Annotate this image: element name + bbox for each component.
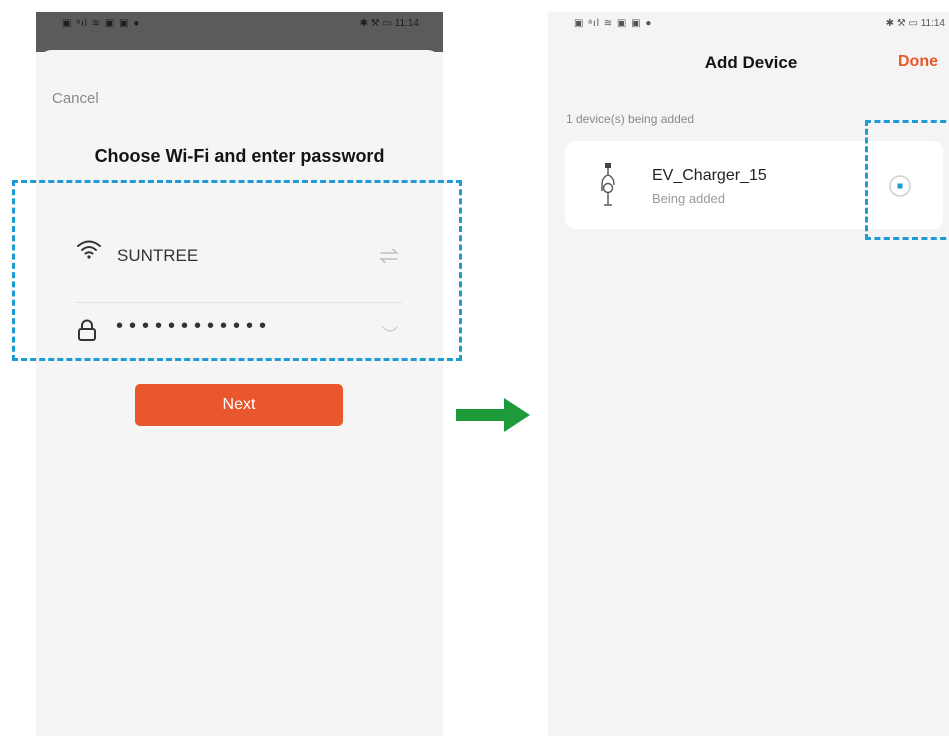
- loading-spinner-icon: [889, 175, 911, 197]
- add-device-screen: ▣ ᵃıl ≋ ▣ ▣ ● ✱ ⚒ ▭ 11:14 Add Device Don…: [548, 12, 949, 736]
- status-time: ✱ ⚒ ▭ 11:14: [885, 18, 945, 29]
- page-title: Choose Wi-Fi and enter password: [94, 146, 385, 166]
- page-title: Add Device: [704, 53, 798, 72]
- eye-closed-icon[interactable]: [382, 324, 398, 336]
- device-card[interactable]: [565, 141, 943, 229]
- arrow-right-icon: [456, 398, 530, 432]
- cancel-button[interactable]: Cancel: [52, 90, 99, 107]
- divider: [76, 358, 402, 359]
- lock-icon: [78, 319, 96, 341]
- divider: [76, 302, 402, 303]
- swap-icon[interactable]: [378, 248, 400, 264]
- status-time: ✱ ⚒ ▭ 11:14: [359, 18, 419, 29]
- status-bar: ▣ ᵃıl ≋ ▣ ▣ ● ✱ ⚒ ▭ 11:14: [36, 12, 443, 52]
- wifi-icon: [77, 240, 101, 259]
- device-count-label: 1 device(s) being added: [566, 112, 695, 126]
- status-icons: ▣ ᵃıl ≋ ▣ ▣ ●: [574, 18, 653, 29]
- next-button[interactable]: Next: [135, 384, 343, 426]
- password-field[interactable]: ••••••••••••: [116, 315, 272, 338]
- done-button[interactable]: Done: [898, 53, 938, 71]
- status-icons: ▣ ᵃıl ≋ ▣ ▣ ●: [62, 18, 141, 29]
- device-name: EV_Charger_15: [652, 167, 767, 184]
- wifi-ssid-field[interactable]: SUNTREE: [117, 246, 198, 266]
- wifi-setup-screen: ▣ ᵃıl ≋ ▣ ▣ ● ✱ ⚒ ▭ 11:14 Cancel Choose …: [36, 12, 443, 736]
- device-status: Being added: [652, 191, 726, 206]
- ev-charger-icon: [601, 163, 615, 206]
